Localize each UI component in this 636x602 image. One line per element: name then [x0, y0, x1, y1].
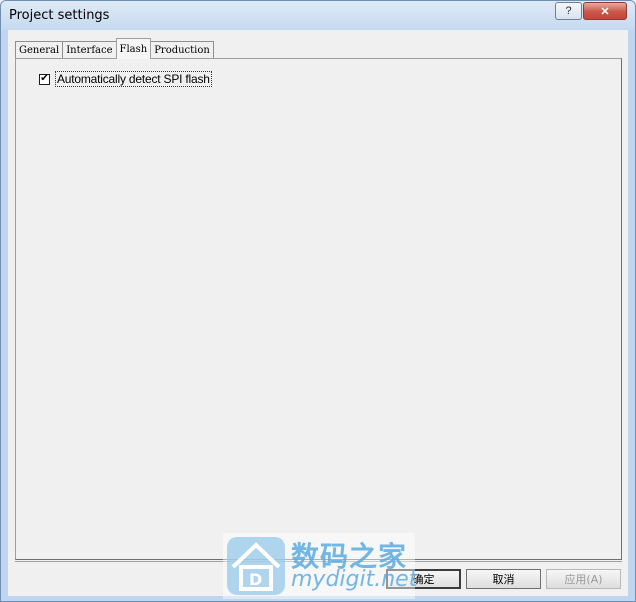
watermark-logo-icon: D [227, 537, 285, 595]
tab-flash[interactable]: Flash [115, 38, 152, 59]
help-button[interactable]: ? [555, 2, 582, 20]
title-bar: Project settings ? ✕ [1, 1, 635, 30]
tab-production[interactable]: Production [150, 41, 214, 59]
watermark-logo-letter: D [249, 570, 262, 589]
project-settings-dialog: Project settings ? ✕ General Interface F… [0, 0, 636, 602]
close-button[interactable]: ✕ [583, 2, 627, 20]
tab-general[interactable]: General [15, 41, 64, 59]
window-title: Project settings [9, 8, 110, 23]
auto-detect-checkbox[interactable]: ✔ [39, 73, 50, 85]
watermark-en-text: mydigit.net [291, 567, 418, 592]
dialog-client-area: General Interface Flash Production ✔ Aut… [8, 30, 628, 596]
auto-detect-spi-option[interactable]: ✔ Automatically detect SPI flash [39, 71, 212, 87]
auto-detect-label[interactable]: Automatically detect SPI flash [55, 71, 212, 87]
tab-strip: General Interface Flash Production [15, 37, 214, 59]
tab-interface[interactable]: Interface [62, 41, 117, 59]
watermark: D 数码之家 mydigit.net [223, 533, 418, 599]
flash-tab-panel: ✔ Automatically detect SPI flash [15, 58, 622, 560]
cancel-button[interactable]: 取消 [466, 569, 541, 589]
apply-button[interactable]: 应用(A) [546, 569, 621, 589]
